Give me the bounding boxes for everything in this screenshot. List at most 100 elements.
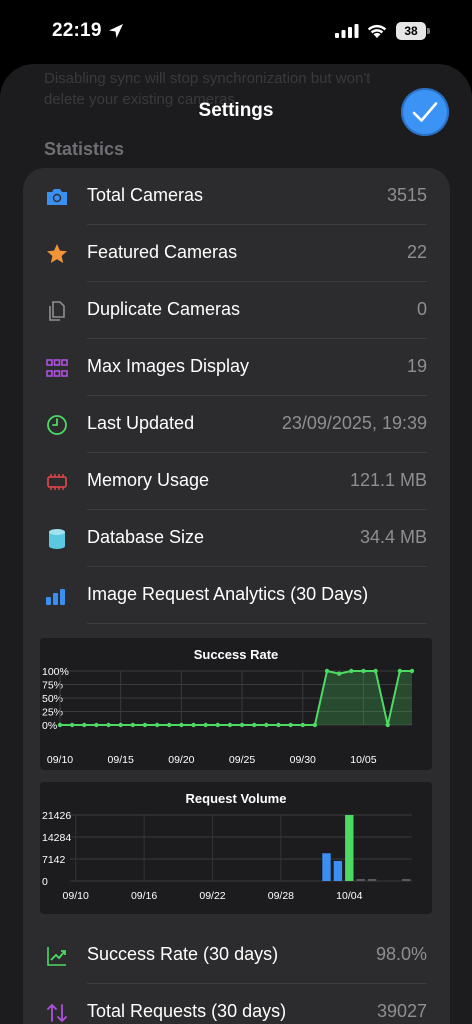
battery-cap xyxy=(427,28,430,34)
stat-label: Featured Cameras xyxy=(87,242,238,262)
x-tick-label: 09/30 xyxy=(290,754,316,766)
stat-label: Database Size xyxy=(87,527,205,547)
summary-label: Success Rate (30 days) xyxy=(87,944,279,964)
done-button[interactable] xyxy=(401,88,449,136)
stat-value: 19 xyxy=(406,356,427,376)
stat-row-request-analytics: Image Request Analytics (30 Days) xyxy=(23,567,450,624)
stat-value: 0 xyxy=(416,299,427,319)
duplicate-icon xyxy=(49,301,65,321)
y-tick-label: 100% xyxy=(42,666,69,678)
y-tick-label: 7142 xyxy=(42,854,66,866)
status-time: 22:19 xyxy=(52,20,102,41)
statistics-card: Total Cameras 3515 Featured Cameras 22 D… xyxy=(23,168,450,1024)
x-tick-label: 09/16 xyxy=(131,890,157,902)
data-point xyxy=(57,722,63,728)
stat-label: Last Updated xyxy=(87,413,195,433)
data-point xyxy=(130,722,136,728)
stat-label: Max Images Display xyxy=(87,356,250,376)
stat-label: Total Cameras xyxy=(87,185,204,205)
y-tick-label: 0 xyxy=(42,876,48,888)
data-point xyxy=(385,722,390,728)
x-tick-label: 09/25 xyxy=(229,754,255,766)
stat-row-database-size: Database Size 34.4 MB xyxy=(23,510,450,567)
data-point xyxy=(264,722,269,728)
y-tick-label: 14284 xyxy=(42,832,71,844)
request-volume-plot: 21426 14284 7142 0 09/10 09/16 09/22 09/28 10/04 xyxy=(42,810,412,902)
stat-row-total-cameras: Total Cameras 3515 xyxy=(23,168,450,225)
data-point xyxy=(191,722,196,728)
data-point xyxy=(397,668,403,674)
settings-sheet: Disabling sync will stop synchronization… xyxy=(0,64,472,1024)
stat-row-memory-usage: Memory Usage 121.1 MB xyxy=(23,453,450,510)
bar xyxy=(367,879,377,881)
data-point xyxy=(373,668,378,674)
success-rate-chart: Success Rate 100% 75% 50% 25% 0% 09/10 09/15 09… xyxy=(40,638,432,770)
stat-value: 22 xyxy=(406,242,427,262)
data-point xyxy=(142,722,148,728)
y-tick-label: 0% xyxy=(42,720,57,732)
stat-label: Image Request Analytics (30 Days) xyxy=(87,584,369,604)
data-point xyxy=(94,722,99,728)
battery-level: 38 xyxy=(396,22,426,40)
stat-row-max-images: Max Images Display 19 xyxy=(23,339,450,396)
stat-value: 23/09/2025, 19:39 xyxy=(281,413,427,433)
data-point xyxy=(69,722,75,728)
data-point xyxy=(203,722,208,728)
stat-value: 3515 xyxy=(386,185,427,205)
stat-row-duplicate-cameras: Duplicate Cameras 0 xyxy=(23,282,450,339)
x-tick-label: 09/22 xyxy=(199,890,225,902)
battery-indicator: 38 xyxy=(396,22,430,40)
bar xyxy=(322,853,331,881)
checkmark-icon xyxy=(412,102,438,122)
x-tick-label: 09/10 xyxy=(47,754,73,766)
request-volume-chart: Request Volume 21426 14284 7142 0 09/10 09/16… xyxy=(40,782,432,914)
summary-label: Total Requests (30 days) xyxy=(87,1001,287,1021)
bar xyxy=(356,879,365,881)
data-point xyxy=(409,668,415,674)
data-point xyxy=(82,722,87,728)
data-point xyxy=(106,722,111,728)
camera-icon xyxy=(47,189,67,205)
status-bar: 22:19 38 xyxy=(0,0,472,64)
bar xyxy=(345,815,354,881)
database-icon xyxy=(49,529,65,549)
data-point xyxy=(361,668,366,674)
data-point xyxy=(118,722,123,728)
cellular-signal-icon xyxy=(335,24,359,38)
memory-icon xyxy=(47,474,67,490)
data-point xyxy=(252,722,257,728)
arrows-icon xyxy=(47,1003,67,1023)
stat-value: 121.1 MB xyxy=(349,470,427,490)
bar xyxy=(333,860,343,881)
summary-value: 98.0% xyxy=(375,944,427,964)
data-point xyxy=(312,722,318,728)
wifi-icon xyxy=(367,24,387,38)
stat-value: 34.4 MB xyxy=(359,527,427,547)
y-tick-label: 21426 xyxy=(42,810,71,822)
star-icon xyxy=(47,244,67,263)
clock-icon xyxy=(47,415,67,435)
stat-label: Duplicate Cameras xyxy=(87,299,241,319)
data-point xyxy=(227,722,233,728)
trend-icon xyxy=(47,947,66,966)
bar-chart-icon xyxy=(46,589,65,605)
data-point xyxy=(215,722,220,728)
data-point xyxy=(300,722,305,728)
stat-row-last-updated: Last Updated 23/09/2025, 19:39 xyxy=(23,396,450,453)
stat-label: Memory Usage xyxy=(87,470,210,490)
bar xyxy=(402,879,411,881)
grid-icon xyxy=(46,359,68,377)
summary-row-total-requests: Total Requests (30 days) 39027 xyxy=(23,984,450,1024)
stat-row-featured-cameras: Featured Cameras 22 xyxy=(23,225,450,282)
row-divider xyxy=(87,623,427,624)
x-tick-label: 10/05 xyxy=(350,754,376,766)
x-tick-label: 09/20 xyxy=(168,754,194,766)
data-point xyxy=(288,722,293,728)
data-point xyxy=(239,722,245,728)
x-tick-label: 09/28 xyxy=(268,890,294,902)
section-header-statistics: Statistics xyxy=(44,139,125,159)
x-tick-label: 10/04 xyxy=(336,890,362,902)
data-point xyxy=(276,722,281,728)
data-point xyxy=(324,668,330,674)
data-point xyxy=(349,668,354,674)
